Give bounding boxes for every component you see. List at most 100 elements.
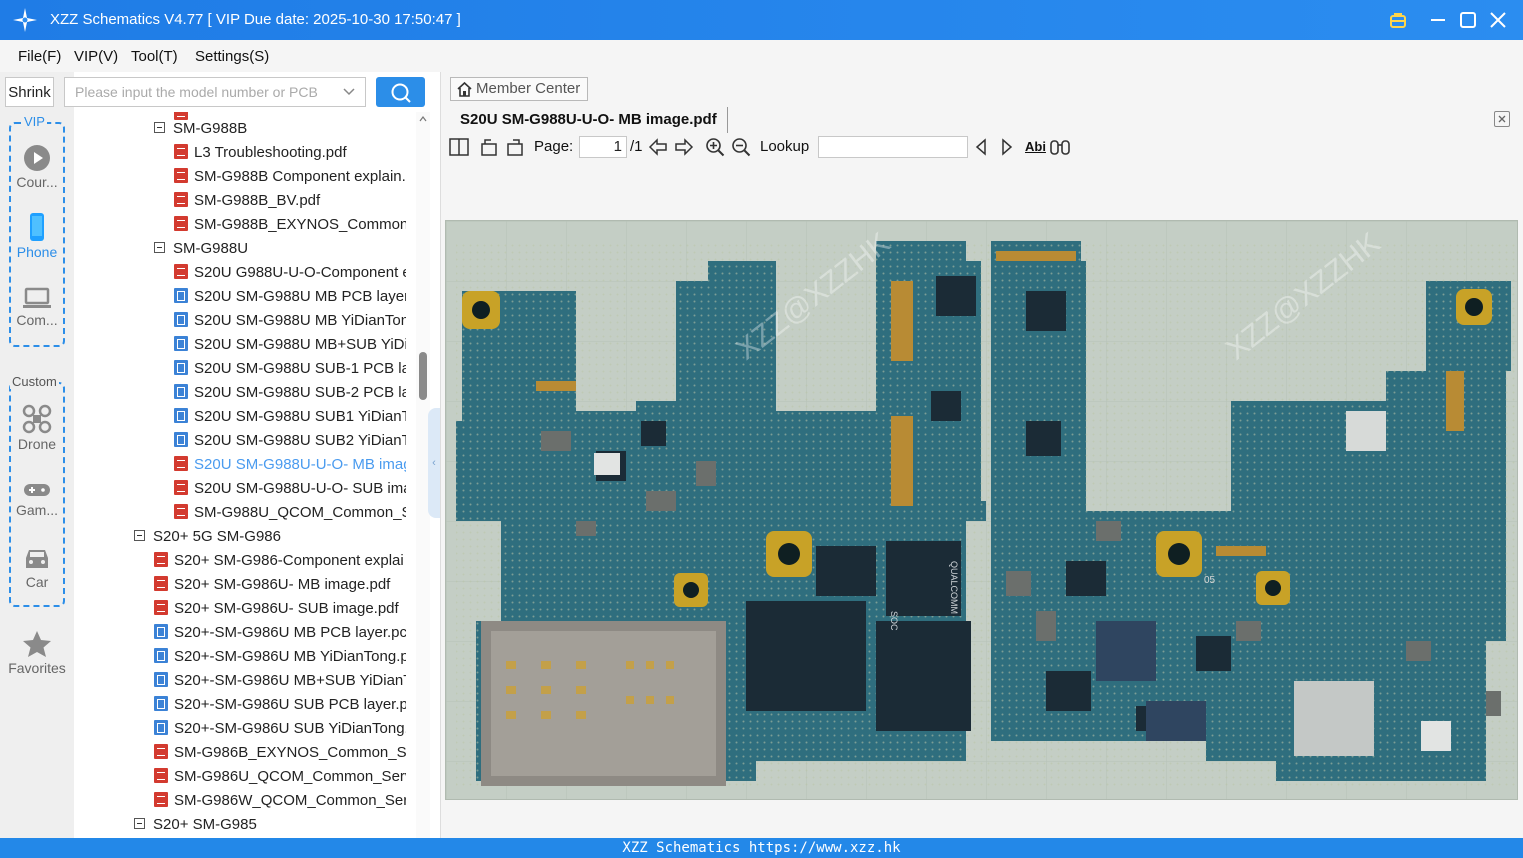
tree-file[interactable]: S20+ SM-G986-Component explai <box>154 549 406 573</box>
scroll-up-icon[interactable] <box>419 116 427 122</box>
scrollbar-thumb[interactable] <box>419 352 427 400</box>
pdf-file-icon <box>174 264 188 280</box>
pdf-file-icon <box>154 576 168 592</box>
tree-file[interactable]: SM-G986W_QCOM_Common_Servi <box>154 789 406 813</box>
tree-file[interactable]: S20U SM-G988U SUB1 YiDianTo <box>174 405 406 429</box>
tree-file[interactable]: SM-G986B_EXYNOS_Common_Serv <box>154 741 406 765</box>
rotate-left-icon[interactable] <box>479 134 499 160</box>
tree-file[interactable]: SM-G988B_EXYNOS_Common_S <box>174 213 406 237</box>
drone-icon <box>22 404 52 434</box>
menu-vip[interactable]: VIP(V) <box>74 48 118 65</box>
tree-item-label: S20U SM-G988U-U-O- SUB imag <box>194 480 406 497</box>
pdf-toolbar: Page: 1 /1 Lookup Abi <box>441 134 1523 160</box>
search-input[interactable] <box>73 78 337 106</box>
star-icon <box>23 631 51 657</box>
tree-file[interactable]: SM-G986U_QCOM_Common_Servi <box>154 765 406 789</box>
tree-folder[interactable]: SM-G988U <box>154 237 406 261</box>
collapse-toggle-icon[interactable] <box>154 242 165 254</box>
collapse-toggle-icon[interactable] <box>134 818 145 830</box>
collapse-toggle-icon[interactable] <box>154 122 165 134</box>
tree-file[interactable]: S20+-SM-G986U SUB YiDianTong.p <box>154 717 406 741</box>
nav-computer-label: Com... <box>16 312 58 328</box>
menu-tool[interactable]: Tool(T) <box>131 48 178 65</box>
collapse-toggle-icon[interactable] <box>134 530 145 542</box>
tree-file[interactable]: S20U SM-G988U SUB-1 PCB lay <box>174 357 406 381</box>
nav-car-label: Car <box>25 574 49 590</box>
tree-file[interactable]: S20+ SM-G986U- SUB image.pdf <box>154 597 406 621</box>
pdf-file-icon <box>174 168 188 184</box>
tree-file[interactable]: S20U SM-G988U MB YiDianTon <box>174 309 406 333</box>
tree-file[interactable]: L3 Troubleshooting.pdf <box>174 141 406 165</box>
find-all-icon[interactable] <box>1049 134 1071 160</box>
custom-group-title: Custom <box>10 374 59 389</box>
page-total: /1 <box>630 138 643 155</box>
close-button[interactable] <box>1486 8 1510 32</box>
nav-phone[interactable]: Phone <box>7 212 67 260</box>
nav-computer[interactable]: Com... <box>7 286 67 328</box>
find-next-icon[interactable] <box>999 134 1015 160</box>
tree-file[interactable]: S20U SM-G988U-U-O- MB imag <box>174 453 406 477</box>
tree-folder[interactable]: S20+ 5G SM-G986 <box>134 525 406 549</box>
pcb-file-icon <box>174 432 188 448</box>
lookup-input[interactable] <box>818 136 968 158</box>
tree-file[interactable]: S20+-SM-G986U MB PCB layer.pcb <box>154 621 406 645</box>
tree-file[interactable]: S20+-SM-G986U MB YiDianTong.p <box>154 645 406 669</box>
chevron-down-icon[interactable] <box>343 87 355 97</box>
pdf-file-icon <box>174 144 188 160</box>
rotate-right-icon[interactable] <box>505 134 525 160</box>
zoom-out-icon[interactable] <box>731 134 751 160</box>
panel-collapse-handle[interactable]: ‹ <box>428 408 440 518</box>
previous-page-icon[interactable] <box>648 134 668 160</box>
tree-file[interactable]: S20U SM-G988U-U-O- SUB imag <box>174 477 406 501</box>
tree-file[interactable]: S20U G988U-U-O-Component e <box>174 261 406 285</box>
tree-item-label: S20+-SM-G986U SUB PCB layer.pcb <box>174 696 406 713</box>
pcb-file-icon <box>154 648 168 664</box>
tree-file[interactable]: SM-G988B_BV.pdf <box>174 189 406 213</box>
find-previous-icon[interactable] <box>973 134 989 160</box>
tree-folder[interactable]: SM-G988B <box>154 117 406 141</box>
pcb-file-icon <box>154 624 168 640</box>
tree-file[interactable]: S20U SM-G988U MB PCB layer.p <box>174 285 406 309</box>
tree-file[interactable]: S20U SM-G988U SUB2 YiDianTo <box>174 429 406 453</box>
page-number-input[interactable]: 1 <box>579 136 627 158</box>
tab-document[interactable]: S20U SM-G988U-U-O- MB image.pdf <box>450 107 728 133</box>
tree-folder[interactable]: S20+ SM-G985 <box>134 813 406 837</box>
zoom-in-icon[interactable] <box>705 134 725 160</box>
tree-file[interactable]: S20+-SM-G986U MB+SUB YiDianT <box>154 669 406 693</box>
nav-games[interactable]: Gam... <box>7 480 67 518</box>
lookup-label: Lookup <box>760 138 810 155</box>
tree-file[interactable]: SM-G988B Component explain. <box>174 165 406 189</box>
pcb-file-icon <box>154 696 168 712</box>
pdf-file-icon <box>154 792 168 808</box>
tree-file[interactable]: SM-G988U_QCOM_Common_Se <box>174 501 406 525</box>
menu-settings[interactable]: Settings(S) <box>195 48 269 65</box>
tree-file[interactable]: S20U SM-G988U MB+SUB YiDia <box>174 333 406 357</box>
tree-item-label: SM-G986U_QCOM_Common_Servi <box>174 768 406 785</box>
shrink-button[interactable]: Shrink <box>5 77 54 107</box>
match-case-button[interactable]: Abi <box>1025 134 1046 160</box>
car-icon <box>26 550 48 568</box>
nav-drone[interactable]: Drone <box>7 404 67 452</box>
pcb-file-icon <box>174 408 188 424</box>
pdf-page-view[interactable]: XZZ@XZZHK XZZ@XZZHK 05 SOC QUALCOMM <box>445 220 1518 800</box>
next-page-icon[interactable] <box>674 134 694 160</box>
tree-file[interactable]: S20U SM-G988U SUB-2 PCB lay <box>174 381 406 405</box>
tree-item-label: S20+-SM-G986U MB+SUB YiDianT <box>174 672 406 689</box>
page-label: Page: <box>534 138 574 155</box>
member-center-button[interactable]: Member Center <box>450 77 588 101</box>
toggle-sidebar-icon[interactable] <box>449 134 469 160</box>
pdf-file-icon <box>154 600 168 616</box>
chevron-left-icon: ‹ <box>432 457 436 469</box>
nav-courses[interactable]: Cour... <box>7 144 67 190</box>
nav-favorites[interactable]: Favorites <box>7 630 67 676</box>
vip-bag-icon[interactable] <box>1386 8 1410 32</box>
close-tab-icon[interactable] <box>1494 111 1510 127</box>
tree-item-label: L3 Troubleshooting.pdf <box>194 144 347 161</box>
minimize-button[interactable] <box>1426 8 1450 32</box>
tree-file[interactable]: S20+ SM-G986U- MB image.pdf <box>154 573 406 597</box>
menu-file[interactable]: File(F) <box>18 48 61 65</box>
tree-file[interactable]: S20+-SM-G986U SUB PCB layer.pcb <box>154 693 406 717</box>
maximize-button[interactable] <box>1456 8 1480 32</box>
nav-car[interactable]: Car <box>7 546 67 590</box>
search-button[interactable] <box>376 77 425 107</box>
